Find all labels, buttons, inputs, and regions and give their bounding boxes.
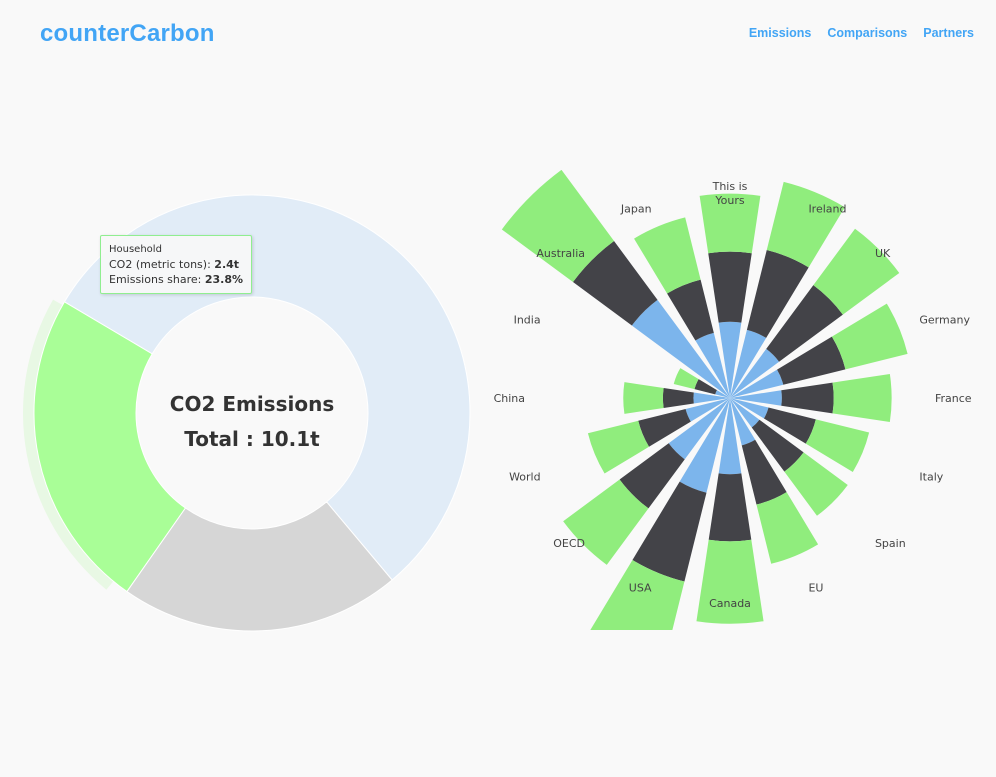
polar-bar-france-s2[interactable] <box>781 382 834 414</box>
top-nav: Emissions Comparisons Partners <box>749 26 974 40</box>
polar-label-usa: USA <box>629 581 652 594</box>
tooltip-co2-value: 2.4t <box>214 258 240 271</box>
polar-bar-france-s3[interactable] <box>832 373 892 423</box>
polar-bar-china-s1[interactable] <box>693 392 730 404</box>
polar-label-oecd: OECD <box>553 537 585 550</box>
donut-tooltip: Household CO2 (metric tons): 2.4t Emissi… <box>100 235 253 294</box>
tooltip-share-label: Emissions share: <box>109 273 202 286</box>
polar-bar-china-s2[interactable] <box>662 388 694 408</box>
nav-partners[interactable]: Partners <box>923 26 974 40</box>
nav-comparisons[interactable]: Comparisons <box>827 26 907 40</box>
polar-bar-canada-s3[interactable] <box>696 539 764 624</box>
polar-label-world: World <box>509 470 541 483</box>
polar-label-france: France <box>935 392 972 405</box>
polar-bar-this-is-yours-s2[interactable] <box>708 251 752 323</box>
polar-label-uk: UK <box>875 247 891 260</box>
polar-label-china: China <box>494 392 525 405</box>
tooltip-share-value: 23.8% <box>204 273 244 286</box>
donut-title: CO2 Emissions <box>170 392 334 416</box>
app-logo[interactable]: counterCarbon <box>40 20 215 48</box>
nav-emissions[interactable]: Emissions <box>749 26 812 40</box>
polar-bar-this-is-yours-s1[interactable] <box>718 321 742 398</box>
tooltip-category: Household <box>109 244 162 255</box>
polar-label-india: India <box>514 314 541 327</box>
polar-label-this-is-yours: This is Yours <box>712 180 748 207</box>
polar-label-eu: EU <box>808 581 823 594</box>
polar-label-spain: Spain <box>875 537 906 550</box>
polar-label-australia: Australia <box>536 247 585 260</box>
polar-label-canada: Canada <box>709 597 751 610</box>
donut-total: Total : 10.1t <box>184 427 320 451</box>
polar-label-japan: Japan <box>620 203 652 216</box>
polar-label-italy: Italy <box>919 470 943 483</box>
polar-label-germany: Germany <box>919 314 970 327</box>
tooltip-co2-label: CO2 (metric tons): <box>109 258 211 271</box>
country-comparison-polar-chart: This is Yours Ireland UK Germany France Italy S… <box>494 170 972 630</box>
polar-bar-canada-s2[interactable] <box>708 473 752 542</box>
polar-bar-china-s3[interactable] <box>623 382 664 414</box>
polar-bar-france-s1[interactable] <box>730 390 782 406</box>
polar-label-ireland: Ireland <box>808 203 846 216</box>
polar-bar-canada-s1[interactable] <box>718 398 742 475</box>
